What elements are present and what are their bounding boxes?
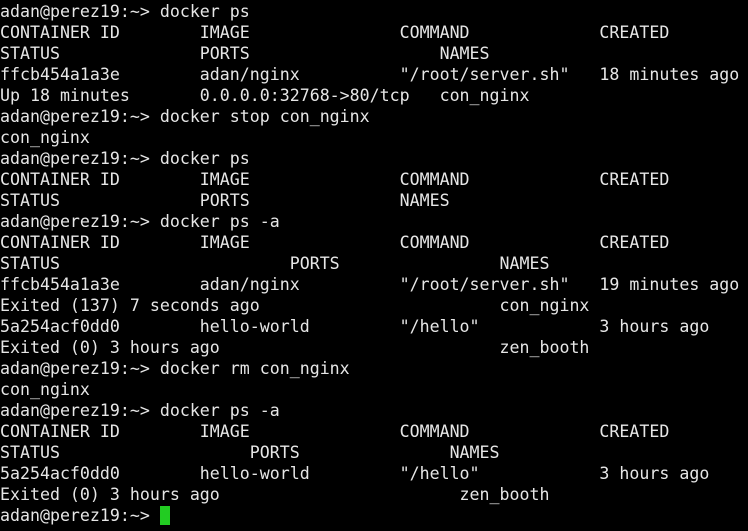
terminal-line: ffcb454a1a3e adan/nginx "/root/server.sh…: [0, 275, 740, 294]
terminal-line: CONTAINER ID IMAGE COMMAND CREATED: [0, 233, 670, 252]
terminal-line: STATUS PORTS NAMES: [0, 254, 550, 273]
terminal-line: 5a254acf0dd0 hello-world "/hello" 3 hour…: [0, 317, 710, 336]
shell-prompt: adan@perez19:~>: [0, 506, 160, 525]
terminal-line: 5a254acf0dd0 hello-world "/hello" 3 hour…: [0, 464, 710, 483]
terminal-line: adan@perez19:~> docker stop con_nginx: [0, 107, 370, 126]
terminal-line: Up 18 minutes 0.0.0.0:32768->80/tcp con_…: [0, 86, 530, 105]
terminal-line: adan@perez19:~> docker ps: [0, 149, 250, 168]
terminal-line: con_nginx: [0, 128, 90, 147]
terminal-line: STATUS PORTS NAMES: [0, 191, 450, 210]
terminal-line: Exited (0) 3 hours ago zen_booth: [0, 338, 590, 357]
terminal-line: adan@perez19:~> docker rm con_nginx: [0, 359, 350, 378]
terminal-line: con_nginx: [0, 380, 90, 399]
terminal-line: CONTAINER ID IMAGE COMMAND CREATED: [0, 422, 670, 441]
terminal-line: adan@perez19:~> docker ps: [0, 2, 250, 21]
terminal-line: Exited (0) 3 hours ago zen_booth: [0, 485, 550, 504]
terminal-input-line[interactable]: adan@perez19:~>: [0, 505, 748, 526]
terminal-line: CONTAINER ID IMAGE COMMAND CREATED: [0, 23, 670, 42]
terminal-line: STATUS PORTS NAMES: [0, 44, 490, 63]
terminal-cursor: [159, 506, 170, 525]
terminal-line: adan@perez19:~> docker ps -a: [0, 212, 280, 231]
terminal-line: ffcb454a1a3e adan/nginx "/root/server.sh…: [0, 65, 740, 84]
terminal-line: adan@perez19:~> docker ps -a: [0, 401, 280, 420]
terminal-window[interactable]: adan@perez19:~> docker ps CONTAINER ID I…: [0, 0, 748, 531]
terminal-line: Exited (137) 7 seconds ago con_nginx: [0, 296, 590, 315]
terminal-line: STATUS PORTS NAMES: [0, 443, 500, 462]
terminal-line: CONTAINER ID IMAGE COMMAND CREATED: [0, 170, 670, 189]
